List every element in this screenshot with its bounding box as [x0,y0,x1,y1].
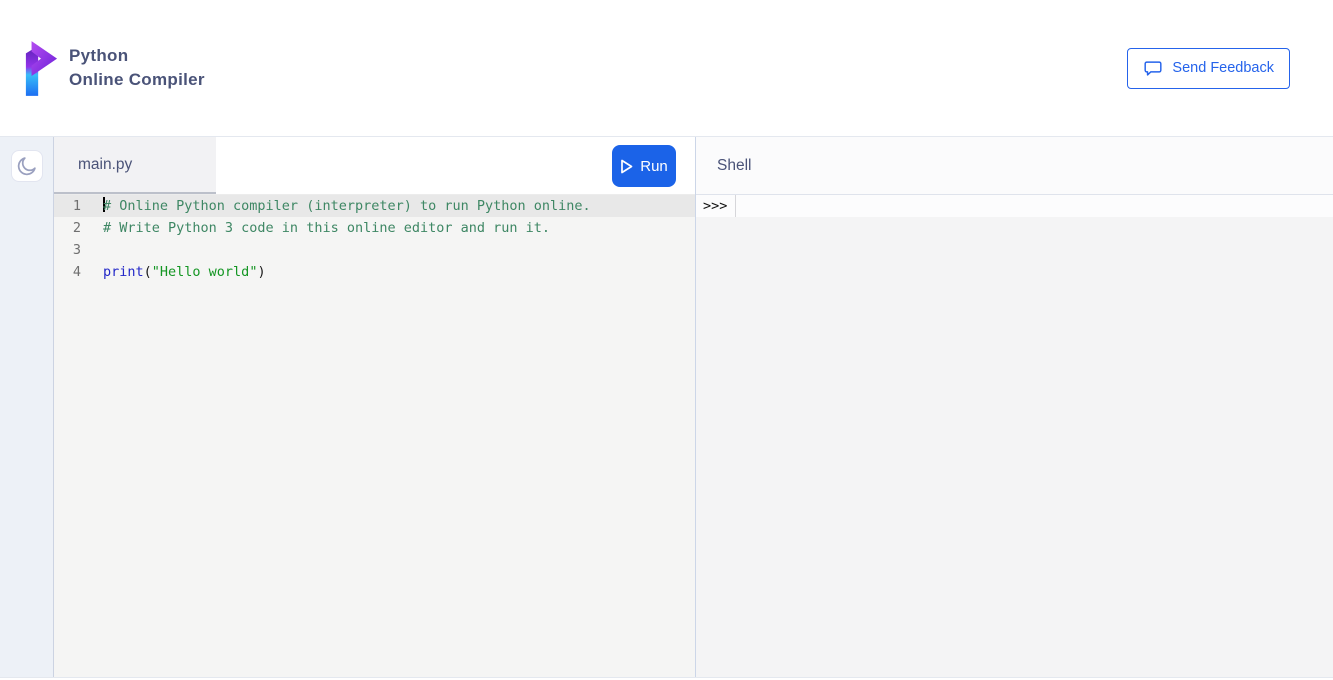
run-label: Run [640,158,668,175]
code-line[interactable]: 1 # Online Python compiler (interpreter) … [54,195,695,217]
token-keyword: print [103,264,144,280]
code-line-content [90,239,103,261]
shell-panel: Shell >>> [696,137,1333,677]
line-number: 4 [54,261,90,283]
token-comment: # Online Python compiler (interpreter) t… [103,198,591,214]
token-comment: # Write Python 3 code in this online edi… [103,220,550,236]
code-line[interactable]: 3 [54,239,695,261]
brand-link[interactable]: Python Online Compiler [24,40,205,97]
tab-main-py[interactable]: main.py [54,137,216,194]
app-title-line2: Online Compiler [69,68,205,92]
moon-icon [16,155,38,177]
shell-input[interactable] [736,195,1333,217]
chat-bubble-icon [1143,58,1163,78]
shell-console[interactable]: >>> [696,195,1333,677]
token-plain: ( [144,264,152,280]
code-line-content: # Online Python compiler (interpreter) t… [90,195,591,217]
header: Python Online Compiler Send Feedback [0,0,1333,137]
app-title-line1: Python [69,44,205,68]
app: Python Online Compiler Send Feedback [0,0,1333,680]
token-string: "Hello world" [152,264,258,280]
sidebar [0,137,54,677]
tab-label: main.py [78,156,132,174]
code-editor[interactable]: 1 # Online Python compiler (interpreter) … [54,195,695,677]
editor-panel: main.py Run 1 # Online Python compiler (i… [54,137,696,677]
shell-console-line: >>> [696,195,1333,217]
line-number: 2 [54,217,90,239]
code-line-content: print("Hello world") [90,261,266,283]
token-plain: ) [257,264,265,280]
editor-toolbar: main.py Run [54,137,695,195]
shell-prompt: >>> [696,195,736,217]
python-logo-icon [24,40,58,97]
app-title: Python Online Compiler [69,44,205,92]
shell-title: Shell [717,157,751,175]
line-number: 3 [54,239,90,261]
play-icon [620,159,633,174]
code-line[interactable]: 4print("Hello world") [54,261,695,283]
run-button[interactable]: Run [612,145,676,187]
theme-toggle-button[interactable] [11,150,43,182]
send-feedback-label: Send Feedback [1172,60,1274,76]
code-line-content: # Write Python 3 code in this online edi… [90,217,550,239]
line-number: 1 [54,195,90,217]
shell-toolbar: Shell [696,137,1333,195]
main-area: main.py Run 1 # Online Python compiler (i… [0,137,1333,678]
code-line[interactable]: 2 # Write Python 3 code in this online ed… [54,217,695,239]
send-feedback-button[interactable]: Send Feedback [1127,48,1290,89]
